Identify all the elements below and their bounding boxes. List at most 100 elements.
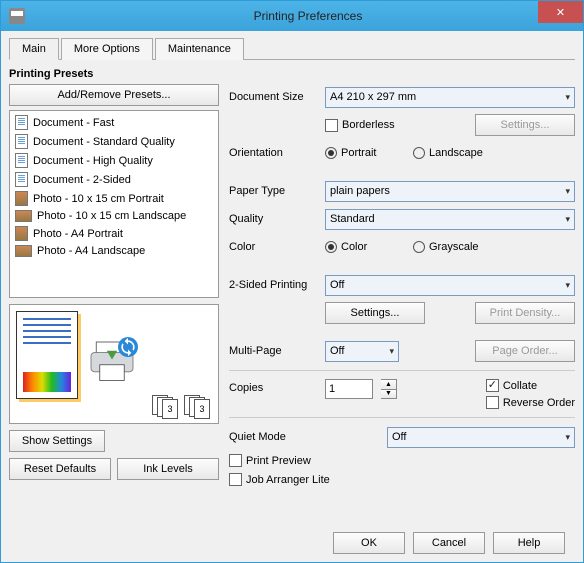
job-arranger-checkbox-label[interactable]: Job Arranger Lite xyxy=(229,473,575,486)
preset-item-photo-a4-portrait[interactable]: Photo - A4 Portrait xyxy=(12,224,216,243)
page-order-button[interactable]: Page Order... xyxy=(475,340,575,362)
grayscale-radio-label[interactable]: Grayscale xyxy=(413,241,493,253)
document-preview-icon xyxy=(16,311,78,399)
copies-spinner[interactable]: ▲▼ xyxy=(381,379,397,399)
left-buttons: Show Settings Reset Defaults Ink Levels xyxy=(9,430,219,480)
row-orientation: Orientation Portrait Landscape xyxy=(229,142,575,164)
quiet-mode-label: Quiet Mode xyxy=(229,431,379,443)
tab-main[interactable]: Main xyxy=(9,38,59,60)
print-preview-text: Print Preview xyxy=(246,455,311,467)
two-sided-value: Off xyxy=(330,279,344,291)
quiet-mode-select[interactable]: Off ▾ xyxy=(387,427,575,448)
close-button[interactable]: ✕ xyxy=(538,1,583,23)
copies-value: 1 xyxy=(329,383,335,395)
ink-levels-button[interactable]: Ink Levels xyxy=(117,458,219,480)
preset-label: Photo - A4 Landscape xyxy=(37,245,145,257)
preset-item-document-fast[interactable]: Document - Fast xyxy=(12,113,216,132)
preset-label: Document - Fast xyxy=(33,117,114,129)
content-area: Main More Options Maintenance Printing P… xyxy=(1,31,583,562)
grayscale-radio[interactable] xyxy=(413,241,425,253)
preset-label: Photo - 10 x 15 cm Landscape xyxy=(37,210,186,222)
two-sided-select[interactable]: Off ▾ xyxy=(325,275,575,296)
add-remove-presets-button[interactable]: Add/Remove Presets... xyxy=(9,84,219,106)
color-text: Color xyxy=(341,241,367,253)
show-settings-button[interactable]: Show Settings xyxy=(9,430,105,452)
left-column: Printing Presets Add/Remove Presets... D… xyxy=(9,68,219,522)
borderless-checkbox-label[interactable]: Borderless xyxy=(325,119,405,132)
printer-app-icon xyxy=(9,8,25,24)
borderless-text: Borderless xyxy=(342,119,395,131)
chevron-down-icon: ▾ xyxy=(565,186,570,197)
borderless-settings-button[interactable]: Settings... xyxy=(475,114,575,136)
multipage-label: Multi-Page xyxy=(229,345,317,357)
row-multipage: Multi-Page Off ▾ Page Order... xyxy=(229,340,575,362)
portrait-radio[interactable] xyxy=(325,147,337,159)
multipage-select[interactable]: Off ▾ xyxy=(325,341,399,362)
printer-preview-icon xyxy=(84,335,144,394)
reverse-order-checkbox-label[interactable]: Reverse Order xyxy=(486,396,575,409)
preset-item-document-standard[interactable]: Document - Standard Quality xyxy=(12,132,216,151)
reset-defaults-button[interactable]: Reset Defaults xyxy=(9,458,111,480)
print-preview-checkbox-label[interactable]: Print Preview xyxy=(229,454,575,467)
collate-text: Collate xyxy=(503,380,537,392)
preset-list[interactable]: Document - Fast Document - Standard Qual… xyxy=(9,110,219,298)
reverse-order-checkbox[interactable] xyxy=(486,396,499,409)
paper-type-select[interactable]: plain papers ▾ xyxy=(325,181,575,202)
portrait-text: Portrait xyxy=(341,147,376,159)
collate-checkbox[interactable] xyxy=(486,379,499,392)
preset-item-document-2sided[interactable]: Document - 2-Sided xyxy=(12,170,216,189)
cancel-button[interactable]: Cancel xyxy=(413,532,485,554)
chevron-down-icon: ▾ xyxy=(565,432,570,443)
row-copies: Copies 1 ▲▼ Collate Reverse Order xyxy=(229,379,575,409)
chevron-down-icon: ▾ xyxy=(565,214,570,225)
quiet-mode-value: Off xyxy=(392,431,406,443)
tab-bar: Main More Options Maintenance xyxy=(9,37,575,60)
job-arranger-text: Job Arranger Lite xyxy=(246,474,330,486)
preview-box: 123 123 xyxy=(9,304,219,424)
color-radio[interactable] xyxy=(325,241,337,253)
copies-input[interactable]: 1 xyxy=(325,379,373,399)
borderless-checkbox[interactable] xyxy=(325,119,338,132)
landscape-text: Landscape xyxy=(429,147,483,159)
job-arranger-checkbox[interactable] xyxy=(229,473,242,486)
photo-portrait-icon xyxy=(15,191,28,206)
preset-item-photo-a4-landscape[interactable]: Photo - A4 Landscape xyxy=(12,243,216,259)
two-sided-settings-button[interactable]: Settings... xyxy=(325,302,425,324)
landscape-radio[interactable] xyxy=(413,147,425,159)
document-2sided-icon xyxy=(15,172,28,187)
spinner-up-icon[interactable]: ▲ xyxy=(381,380,396,390)
ok-button[interactable]: OK xyxy=(333,532,405,554)
collate-checkbox-label[interactable]: Collate xyxy=(486,379,575,392)
printing-preferences-window: Printing Preferences ✕ Main More Options… xyxy=(0,0,584,563)
preset-label: Document - Standard Quality xyxy=(33,136,175,148)
preset-label: Document - 2-Sided xyxy=(33,174,131,186)
paper-type-value: plain papers xyxy=(330,185,390,197)
preset-item-document-high[interactable]: Document - High Quality xyxy=(12,151,216,170)
quality-select[interactable]: Standard▾ xyxy=(325,209,575,230)
color-label: Color xyxy=(229,241,317,253)
tab-more-options[interactable]: More Options xyxy=(61,38,153,60)
preset-item-photo-10x15-portrait[interactable]: Photo - 10 x 15 cm Portrait xyxy=(12,189,216,208)
preset-item-photo-10x15-landscape[interactable]: Photo - 10 x 15 cm Landscape xyxy=(12,208,216,224)
row-color: Color Color Grayscale xyxy=(229,236,575,258)
multipage-value: Off xyxy=(330,345,344,357)
help-button[interactable]: Help xyxy=(493,532,565,554)
print-preview-checkbox[interactable] xyxy=(229,454,242,467)
photo-landscape-icon xyxy=(15,245,32,257)
print-density-button[interactable]: Print Density... xyxy=(475,302,575,324)
titlebar: Printing Preferences ✕ xyxy=(1,1,583,31)
document-icon xyxy=(15,134,28,149)
orientation-label: Orientation xyxy=(229,147,317,159)
collate-icon: 123 123 xyxy=(152,395,210,419)
tab-maintenance[interactable]: Maintenance xyxy=(155,38,244,60)
color-radio-label[interactable]: Color xyxy=(325,241,405,253)
chevron-down-icon: ▾ xyxy=(389,346,394,357)
landscape-radio-label[interactable]: Landscape xyxy=(413,147,493,159)
document-icon xyxy=(15,115,28,130)
row-2sided-buttons: Settings... Print Density... xyxy=(229,302,575,324)
document-size-select[interactable]: A4 210 x 297 mm▾ xyxy=(325,87,575,108)
spinner-down-icon[interactable]: ▼ xyxy=(381,390,396,399)
portrait-radio-label[interactable]: Portrait xyxy=(325,147,405,159)
chevron-down-icon: ▾ xyxy=(565,280,570,291)
two-sided-label: 2-Sided Printing xyxy=(229,279,317,291)
